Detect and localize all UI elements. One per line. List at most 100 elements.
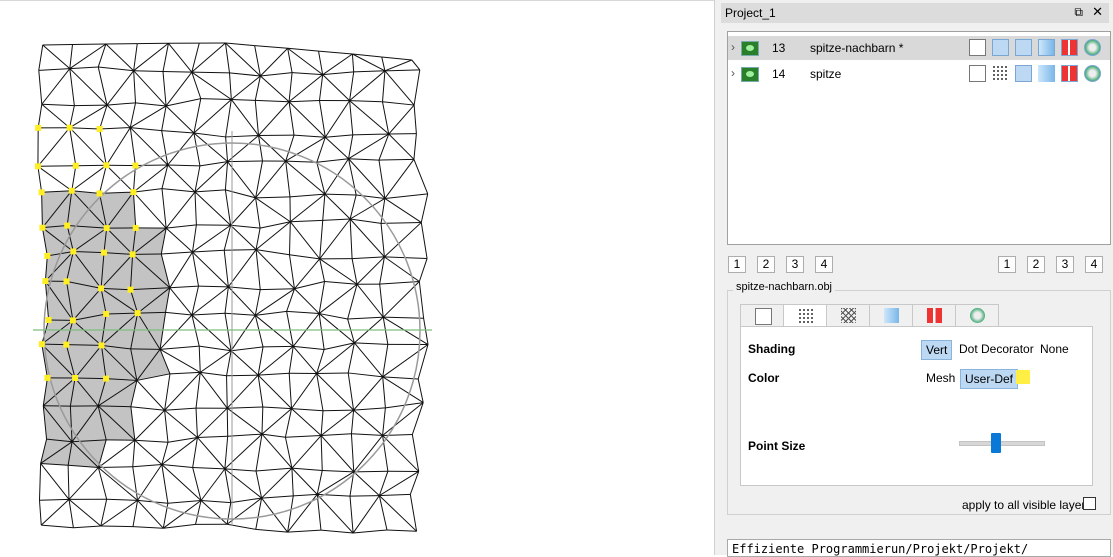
layer-id: 13: [772, 41, 785, 55]
tab-smooth[interactable]: [869, 304, 913, 326]
mesh-edge: [290, 222, 319, 259]
mesh-edge: [107, 103, 135, 105]
view-button-3[interactable]: 3: [786, 256, 804, 273]
mesh-edge: [197, 408, 227, 437]
mesh-edge: [166, 312, 192, 315]
mesh-edge: [133, 467, 138, 501]
mesh-edge: [351, 410, 353, 434]
point-size-slider-track[interactable]: [959, 441, 1045, 446]
close-icon[interactable]: ✕: [1092, 4, 1103, 20]
texture-icon[interactable]: [1061, 39, 1078, 56]
mesh-edge: [259, 102, 290, 136]
view-button-right-1[interactable]: 1: [998, 256, 1016, 273]
mesh-viewport[interactable]: [0, 0, 714, 555]
color-option-mesh[interactable]: Mesh: [922, 369, 959, 387]
decorator-icon[interactable]: [1084, 39, 1101, 56]
dialog-title-bar[interactable]: Project_1 ⧉ ✕: [721, 3, 1109, 23]
view-button-right-2[interactable]: 2: [1027, 256, 1045, 273]
apply-all-checkbox[interactable]: [1083, 497, 1096, 510]
mesh-edge: [165, 372, 201, 410]
point-size-slider-handle[interactable]: [991, 433, 1001, 453]
shading-option-dot-decorator[interactable]: Dot Decorator: [955, 340, 1038, 358]
mesh-edge: [262, 434, 285, 437]
shading-option-none[interactable]: None: [1036, 340, 1073, 358]
user-color-swatch[interactable]: [1016, 370, 1030, 384]
layer-name[interactable]: spitze: [810, 67, 841, 81]
mesh-edge: [320, 220, 323, 259]
points-icon[interactable]: [992, 65, 1009, 82]
selected-vertex: [64, 278, 70, 284]
selected-vertex: [39, 189, 45, 195]
mesh-edge: [227, 376, 228, 408]
mesh-edge: [389, 105, 414, 134]
mesh-edge: [350, 219, 384, 257]
mesh-edge: [290, 194, 325, 222]
mesh-edge: [424, 318, 428, 344]
mesh-edge: [162, 106, 166, 131]
wireframe-icon[interactable]: [1015, 65, 1032, 82]
tab-texture[interactable]: [912, 304, 956, 326]
mesh-edge: [357, 284, 383, 317]
mesh-edge: [292, 409, 322, 436]
visibility-eye-icon[interactable]: [741, 41, 759, 56]
mesh-edge: [288, 48, 323, 74]
mesh-edge: [69, 499, 73, 527]
color-option-user-def[interactable]: User-Def: [960, 369, 1018, 389]
mesh-edge: [193, 437, 198, 467]
shading-option-vert[interactable]: Vert: [921, 340, 952, 360]
visibility-eye-icon[interactable]: [741, 67, 759, 82]
mesh-edge: [412, 60, 420, 70]
expand-arrow-icon[interactable]: ›: [731, 66, 735, 80]
mesh-edge: [130, 106, 166, 128]
mesh-edge: [379, 496, 387, 530]
layer-id: 14: [772, 67, 785, 81]
mesh-edge: [161, 252, 192, 254]
mesh-edge: [287, 311, 320, 313]
mesh-edge: [70, 69, 107, 106]
tab-decorator[interactable]: [955, 304, 999, 326]
view-button-1[interactable]: 1: [728, 256, 746, 273]
decorator-icon[interactable]: [1084, 65, 1101, 82]
view-button-right-4[interactable]: 4: [1085, 256, 1103, 273]
mesh-edge: [68, 465, 69, 499]
mesh-canvas[interactable]: [0, 1, 714, 556]
mesh-edge: [321, 436, 322, 471]
tab-points[interactable]: [783, 304, 827, 327]
view-button-2[interactable]: 2: [757, 256, 775, 273]
mesh-edge: [168, 500, 201, 503]
mesh-edge: [325, 194, 356, 195]
box-icon[interactable]: [969, 39, 986, 56]
view-button-4[interactable]: 4: [815, 256, 833, 273]
smooth-icon[interactable]: [1038, 65, 1055, 82]
shading-label: Shading: [748, 342, 795, 356]
view-button-right-3[interactable]: 3: [1056, 256, 1074, 273]
texture-icon[interactable]: [1061, 65, 1078, 82]
layer-list[interactable]: › 13 spitze-nachbarn * › 14 spitze: [727, 31, 1111, 245]
mesh-edge: [70, 106, 75, 128]
mesh-edge: [163, 72, 166, 106]
path-field[interactable]: Effiziente Programmierun/Projekt/Projekt…: [727, 539, 1111, 557]
mesh-edge: [39, 70, 42, 104]
mesh-edge: [231, 347, 263, 351]
points-icon[interactable]: [992, 39, 1009, 56]
tab-box[interactable]: [740, 304, 784, 326]
selected-vertex: [130, 251, 136, 257]
mesh-edge: [414, 159, 428, 194]
wireframe-icon[interactable]: [1015, 39, 1032, 56]
mesh-edge: [320, 219, 350, 259]
mesh-edge: [260, 76, 289, 102]
mesh-edge: [224, 250, 228, 287]
mesh-edge: [350, 101, 353, 135]
layer-name[interactable]: spitze-nachbarn *: [810, 41, 903, 55]
float-icon[interactable]: ⧉: [1074, 5, 1083, 20]
mesh-edge: [38, 166, 72, 190]
tab-wireframe[interactable]: [826, 304, 870, 326]
layer-row[interactable]: › 13 spitze-nachbarn *: [728, 36, 1110, 60]
box-icon[interactable]: [969, 65, 986, 82]
mesh-edge: [321, 434, 351, 436]
layer-row[interactable]: › 14 spitze: [728, 62, 1110, 86]
expand-arrow-icon[interactable]: ›: [731, 40, 735, 54]
smooth-icon[interactable]: [1038, 39, 1055, 56]
mesh-edge: [381, 223, 384, 257]
mesh-edge: [43, 44, 73, 45]
